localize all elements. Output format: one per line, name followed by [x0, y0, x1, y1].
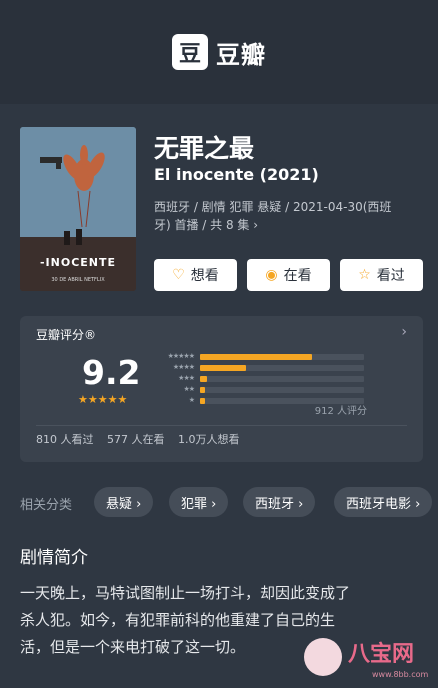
movie-original-title: El inocente (2021) [154, 165, 319, 184]
rating-bar-2 [200, 387, 364, 393]
poster-title: -INOCENTE [39, 256, 117, 269]
bar-label-5: ★★★★★ [167, 352, 195, 360]
bar-label-2: ★★ [183, 385, 195, 393]
chevron-right-icon: › [401, 324, 407, 340]
watched-count: 810 人看过 [36, 433, 94, 446]
bar-label-1: ★ [188, 396, 195, 404]
synopsis-line-2: 杀人犯。如今，有犯罪前科的他重建了自己的生 [20, 611, 336, 629]
tag-spain[interactable]: 西班牙 › [243, 487, 316, 517]
rating-bar-4 [200, 365, 364, 371]
rating-bar-5 [200, 354, 364, 360]
rating-bar-fill [200, 354, 312, 360]
divider [36, 425, 407, 426]
related-categories-label: 相关分类 [20, 498, 73, 513]
heart-icon: ♡ [172, 267, 185, 283]
rating-label: 豆瓣评分® [36, 328, 97, 342]
watching-label: 在看 [283, 268, 312, 284]
rating-bar-3 [200, 376, 364, 382]
rating-bar-fill [200, 398, 205, 404]
rating-bar-fill [200, 376, 207, 382]
watching-icon: ◉ [265, 267, 278, 283]
rating-score: 9.2 [82, 353, 141, 392]
want-count: 1.0万人想看 [178, 433, 240, 446]
watermark-text: 八宝网 [348, 642, 415, 667]
watermark-logo-icon [304, 638, 342, 676]
bar-label-4: ★★★★ [172, 363, 195, 371]
watched-button[interactable]: ☆ 看过 [340, 259, 423, 291]
synopsis-title: 剧情简介 [20, 548, 88, 568]
watermark-url: www.8bb.com [372, 670, 429, 679]
meta-line-1: 西班牙 / 剧情 犯罪 悬疑 / 2021-04-30(西班 [154, 200, 392, 214]
movie-title: 无罪之最 [154, 134, 255, 163]
poster-subtitle: 30 DE ABRIL NETFLIX [51, 277, 105, 283]
bar-label-3: ★★★ [178, 374, 195, 382]
watching-count: 577 人在看 [107, 433, 165, 446]
rating-card[interactable]: 豆瓣评分® › 9.2 ★★★★★ ★★★★★ ★★★★ ★★★ ★★ ★ 91… [20, 316, 423, 462]
want-to-watch-button[interactable]: ♡ 想看 [154, 259, 237, 291]
want-to-watch-label: 想看 [190, 268, 219, 284]
movie-poster[interactable]: -INOCENTE 30 DE ABRIL NETFLIX [20, 127, 136, 291]
tag-suspense[interactable]: 悬疑 › [94, 487, 154, 517]
app-header: 豆 豆瓣 [0, 0, 438, 104]
watching-button[interactable]: ◉ 在看 [247, 259, 330, 291]
synopsis-line-1: 一天晚上，马特试图制止一场打斗，却因此变成了 [20, 584, 351, 602]
tag-crime[interactable]: 犯罪 › [169, 487, 229, 517]
app-logo-text: 豆瓣 [216, 40, 266, 69]
star-icon: ☆ [358, 267, 371, 283]
douban-logo-icon: 豆 [172, 34, 208, 70]
rating-bar-fill [200, 365, 246, 371]
movie-meta[interactable]: 西班牙 / 剧情 犯罪 悬疑 / 2021-04-30(西班 牙) 首播 / 共… [154, 198, 424, 234]
watch-stats: 810 人看过 577 人在看 1.0万人想看 [36, 431, 250, 447]
rating-stars-icon: ★★★★★ [78, 393, 128, 406]
meta-line-2: 牙) 首播 / 共 8 集 › [154, 218, 259, 232]
tag-spanish-film[interactable]: 西班牙电影 › [334, 487, 433, 517]
rating-count: 912 人评分 [314, 406, 367, 417]
watched-label: 看过 [376, 268, 405, 284]
rating-bar-fill [200, 387, 205, 393]
